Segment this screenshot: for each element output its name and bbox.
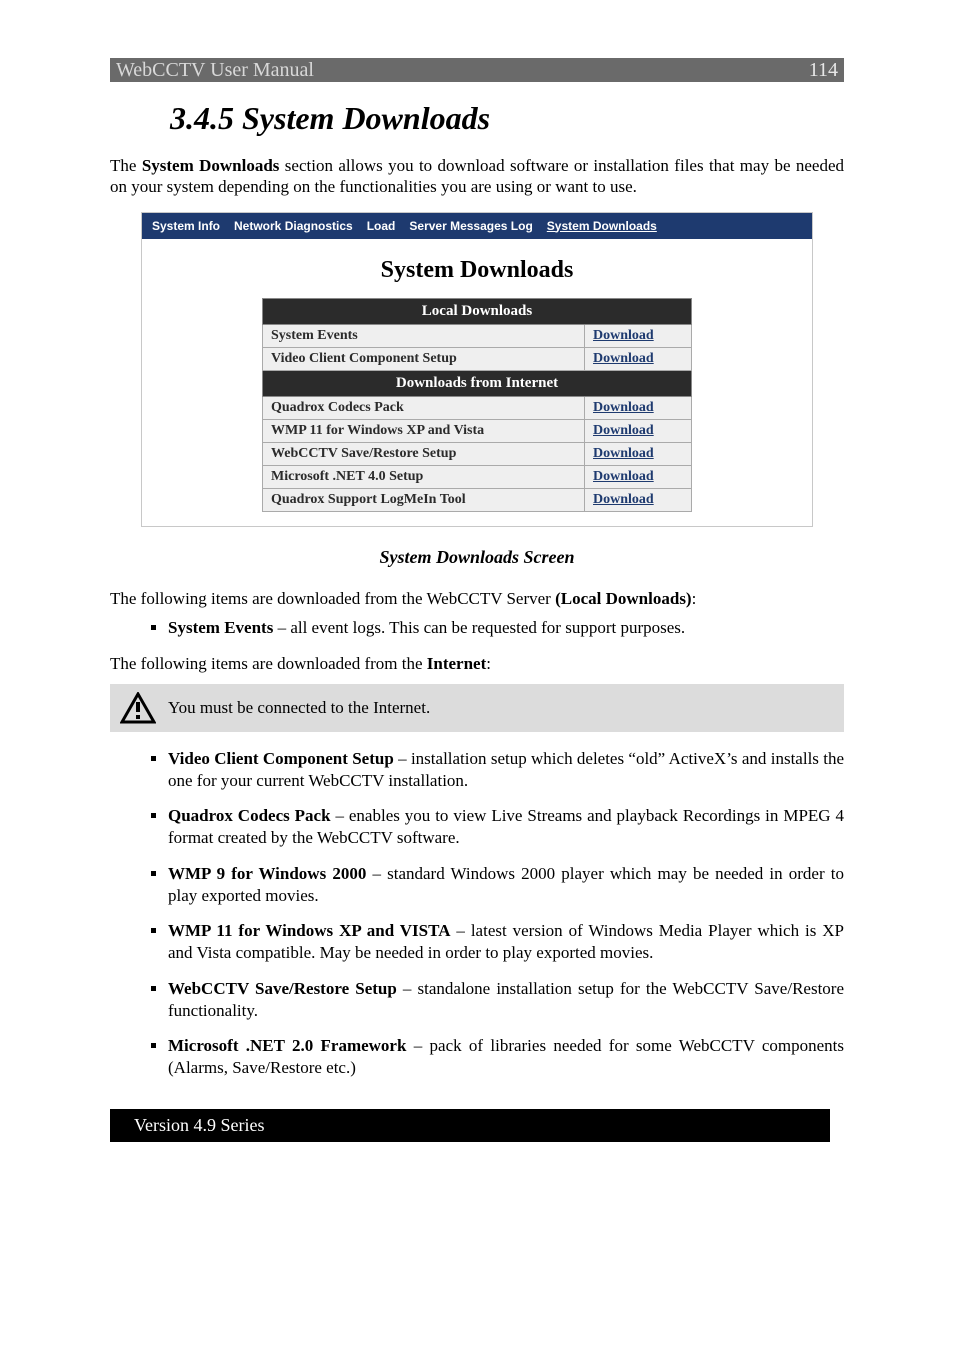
- screenshot-title: System Downloads: [142, 239, 812, 298]
- internet-downloads-header: Downloads from Internet: [263, 370, 692, 396]
- page-number: 114: [809, 59, 838, 82]
- warning-icon: [120, 692, 156, 724]
- list-item: Video Client Component Setup – installat…: [168, 748, 844, 792]
- downloads-table: Local Downloads System Events Download V…: [262, 298, 692, 512]
- intro-paragraph: The System Downloads section allows you …: [110, 155, 844, 198]
- table-row: WMP 11 for Windows XP and Vista Download: [263, 419, 692, 442]
- warning-note: You must be connected to the Internet.: [110, 684, 844, 732]
- table-row: Microsoft .NET 4.0 Setup Download: [263, 465, 692, 488]
- dl-label: WMP 11 for Windows XP and Vista: [263, 419, 585, 442]
- dl-label: Quadrox Codecs Pack: [263, 396, 585, 419]
- list-item: System Events – all event logs. This can…: [168, 617, 844, 639]
- figure-caption: System Downloads Screen: [110, 547, 844, 568]
- local-downloads-intro: The following items are downloaded from …: [110, 588, 844, 609]
- download-link[interactable]: Download: [585, 324, 692, 347]
- list-item: WMP 11 for Windows XP and VISTA – latest…: [168, 920, 844, 964]
- list-item: WMP 9 for Windows 2000 – standard Window…: [168, 863, 844, 907]
- table-row: System Events Download: [263, 324, 692, 347]
- tab-system-info[interactable]: System Info: [152, 219, 220, 233]
- section-heading: 3.4.5 System Downloads: [170, 100, 844, 137]
- table-row: Quadrox Support LogMeIn Tool Download: [263, 488, 692, 511]
- tab-server-messages-log[interactable]: Server Messages Log: [409, 219, 532, 233]
- dl-label: Video Client Component Setup: [263, 347, 585, 370]
- download-link[interactable]: Download: [585, 488, 692, 511]
- download-link[interactable]: Download: [585, 442, 692, 465]
- list-item: Quadrox Codecs Pack – enables you to vie…: [168, 805, 844, 849]
- page-header: WebCCTV User Manual 114: [110, 58, 844, 82]
- download-link[interactable]: Download: [585, 396, 692, 419]
- dl-label: System Events: [263, 324, 585, 347]
- tab-network-diagnostics[interactable]: Network Diagnostics: [234, 219, 353, 233]
- tab-system-downloads[interactable]: System Downloads: [547, 219, 657, 233]
- table-row: WebCCTV Save/Restore Setup Download: [263, 442, 692, 465]
- system-downloads-screenshot: System Info Network Diagnostics Load Ser…: [141, 212, 813, 527]
- list-item: Microsoft .NET 2.0 Framework – pack of l…: [168, 1035, 844, 1079]
- list-item: WebCCTV Save/Restore Setup – standalone …: [168, 978, 844, 1022]
- download-link[interactable]: Download: [585, 347, 692, 370]
- doc-title: WebCCTV User Manual: [116, 59, 314, 82]
- note-text: You must be connected to the Internet.: [168, 698, 430, 718]
- download-link[interactable]: Download: [585, 419, 692, 442]
- internet-downloads-intro: The following items are downloaded from …: [110, 653, 844, 674]
- local-downloads-header: Local Downloads: [263, 298, 692, 324]
- tab-bar: System Info Network Diagnostics Load Ser…: [142, 213, 812, 239]
- dl-label: Quadrox Support LogMeIn Tool: [263, 488, 585, 511]
- tab-load[interactable]: Load: [367, 219, 396, 233]
- download-link[interactable]: Download: [585, 465, 692, 488]
- dl-label: WebCCTV Save/Restore Setup: [263, 442, 585, 465]
- table-row: Video Client Component Setup Download: [263, 347, 692, 370]
- footer-version: Version 4.9 Series: [110, 1109, 830, 1142]
- dl-label: Microsoft .NET 4.0 Setup: [263, 465, 585, 488]
- table-row: Quadrox Codecs Pack Download: [263, 396, 692, 419]
